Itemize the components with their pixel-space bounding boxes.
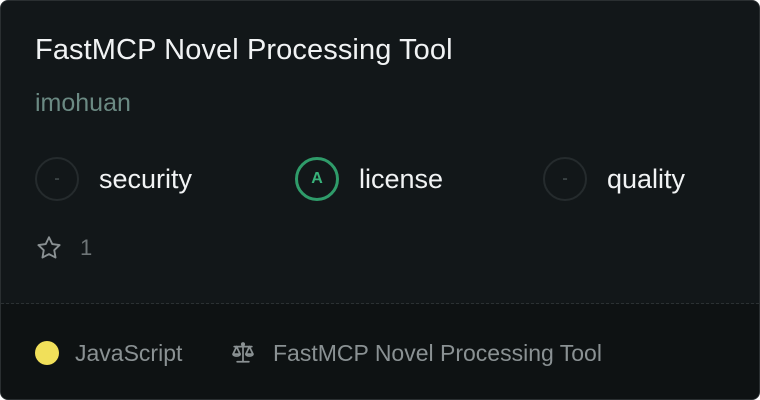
star-count: 1 <box>35 233 92 263</box>
security-grade-badge: - <box>35 157 79 201</box>
score-security: - security <box>35 155 192 203</box>
star-icon <box>37 236 61 259</box>
language-info: JavaScript <box>35 338 182 368</box>
security-label: security <box>99 163 193 194</box>
card-footer: JavaScript FastMCP Novel Processing Tool <box>1 304 759 399</box>
server-card[interactable]: FastMCP Novel Processing Tool imohuan - … <box>0 0 760 400</box>
card-author[interactable]: imohuan <box>35 89 131 118</box>
score-row: - security A license - quality <box>1 155 759 203</box>
star-count-value: 1 <box>80 235 93 260</box>
language-name: JavaScript <box>75 339 183 366</box>
scale-icon <box>232 342 254 363</box>
license-label: license <box>359 163 444 194</box>
score-quality: - quality <box>543 155 685 203</box>
card-title[interactable]: FastMCP Novel Processing Tool <box>35 34 453 67</box>
quality-grade-badge: - <box>543 157 587 201</box>
quality-label: quality <box>607 163 686 194</box>
license-grade-badge: A <box>295 157 339 201</box>
license-info: FastMCP Novel Processing Tool <box>229 338 602 368</box>
language-color-dot <box>35 341 59 365</box>
license-name: FastMCP Novel Processing Tool <box>273 339 602 366</box>
score-license: A license <box>295 155 443 203</box>
